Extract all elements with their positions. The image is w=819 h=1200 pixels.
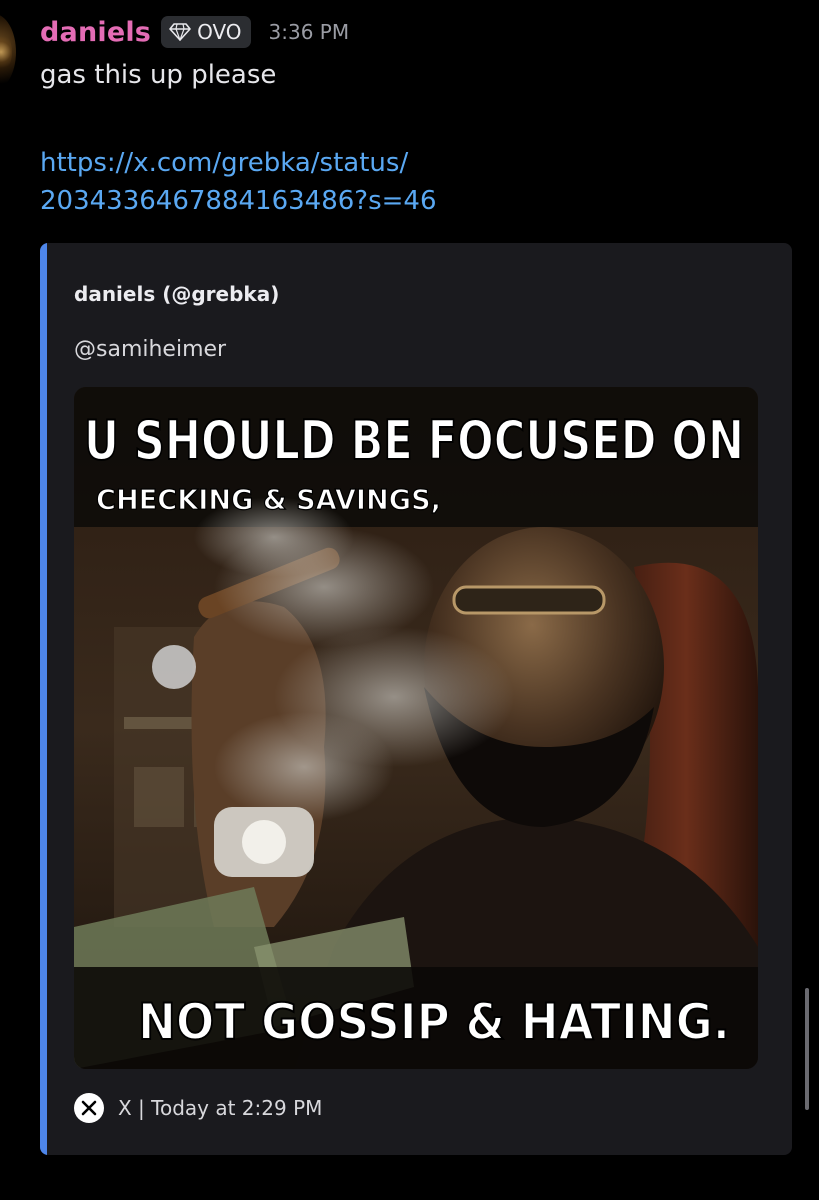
server-tag-badge[interactable]: OVO [161,16,251,48]
embed-author[interactable]: daniels (@grebka) [74,282,279,306]
embed-image[interactable]: U SHOULD BE FOCUSED ON CHECKING & SAVING… [74,387,758,1069]
diamond-icon [169,23,191,41]
username[interactable]: daniels [40,17,151,48]
avatar-glow [0,32,12,72]
badge-label: OVO [197,20,242,44]
meme-caption-bottom: NOT GOSSIP & HATING. [138,993,730,1051]
meme-caption-top: U SHOULD BE FOCUSED ON [84,409,744,472]
embed-footer: X | Today at 2:29 PM [74,1093,322,1123]
link-line-2[interactable]: 2034336467884163486?s=46 [40,182,437,220]
message-header: daniels OVO 3:36 PM [40,12,349,52]
link-line-1[interactable]: https://x.com/grebka/status/ [40,144,437,182]
message-link[interactable]: https://x.com/grebka/status/ 20343364678… [40,144,437,220]
message-text: gas this up please [40,60,277,90]
link-embed: daniels (@grebka) @samiheimer U SHOULD B… [40,243,792,1155]
embed-accent-bar [40,243,47,1155]
meme-image: U SHOULD BE FOCUSED ON CHECKING & SAVING… [74,387,758,1069]
scrollbar[interactable] [805,988,809,1110]
meme-caption-middle: CHECKING & SAVINGS, [96,483,441,516]
message-timestamp: 3:36 PM [268,20,350,44]
avatar[interactable] [0,14,16,90]
embed-description: @samiheimer [74,337,227,362]
x-logo-icon [74,1093,104,1123]
embed-footer-text: X | Today at 2:29 PM [118,1096,323,1120]
